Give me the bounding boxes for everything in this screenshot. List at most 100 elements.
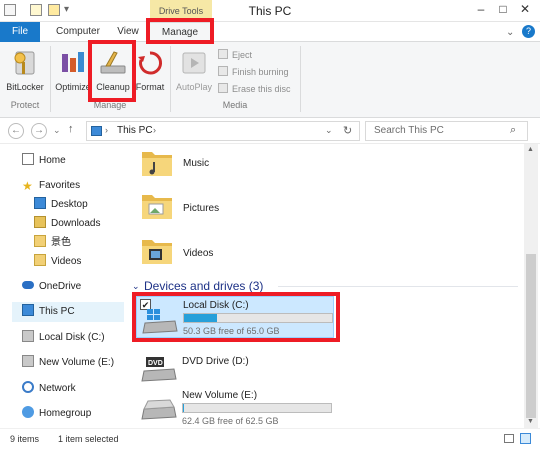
search-input[interactable]: Search This PC ⌕ [365,121,528,141]
section-divider [278,286,518,287]
sidebar-item-label: Home [39,155,66,166]
ribbon-divider [300,46,301,112]
format-button[interactable]: Format [133,48,167,92]
home-icon [22,153,34,165]
folder-name: Pictures [183,203,220,214]
back-button[interactable]: ← [8,123,24,139]
drive-item-c[interactable]: ✔ Local Disk (C:) 50.3 GB free of 65.0 G… [136,296,334,338]
sidebar-item-network[interactable]: Network [22,380,76,398]
large-icons-view-icon[interactable] [520,433,531,444]
help-icon[interactable]: ? [522,25,535,38]
erase-disc-button[interactable]: Erase this disc [218,82,291,96]
autoplay-button[interactable]: AutoPlay [174,48,214,92]
downloads-icon [34,216,46,228]
maximize-button[interactable]: □ [492,0,514,18]
minimize-button[interactable]: – [470,0,492,18]
videos-folder-icon [34,254,46,266]
details-view-icon[interactable] [504,434,514,443]
eject-button[interactable]: Eject [218,48,252,62]
sidebar-item-home[interactable]: Home [22,152,66,170]
sidebar-item-label: 景色 [51,237,71,248]
search-placeholder: Search This PC [374,125,444,136]
optimize-button[interactable]: Optimize [54,48,92,92]
list-item-music[interactable]: Music [140,146,340,184]
sidebar-item-this-pc[interactable]: This PC [12,302,124,322]
tab-computer[interactable]: Computer [50,22,106,42]
address-bar[interactable]: › This PC › ⌄ ↻ [86,121,360,141]
scroll-up-icon[interactable]: ▲ [527,146,534,153]
optimize-label: Optimize [55,82,91,92]
status-bar: 9 items 1 item selected [0,428,540,449]
drive-name: New Volume (E:) [182,390,258,401]
sidebar-item-label: This PC [39,306,75,317]
sidebar-item-label: Homegroup [39,408,92,419]
this-pc-icon [91,126,102,136]
tab-file[interactable]: File [0,22,40,42]
sidebar-item-label: New Volume (E:) [39,357,115,368]
media-group-label: Media [222,100,248,110]
cleanup-button[interactable]: Cleanup [93,48,133,92]
close-button[interactable]: ✕ [514,0,536,18]
tab-manage[interactable]: Manage [149,22,211,43]
autoplay-label: AutoPlay [175,82,213,92]
homegroup-icon [22,406,34,418]
eject-label: Eject [232,50,253,60]
folder-name: Videos [183,248,214,259]
sidebar-item-favorites[interactable]: ★ Favorites [22,177,80,195]
vertical-scrollbar[interactable]: ▲ ▼ [524,144,538,428]
ribbon-tabs: File Computer View Manage ⌄ ? [0,22,540,43]
finish-burning-label: Finish burning [232,67,289,77]
address-dropdown-icon[interactable]: ⌄ [325,125,333,136]
sidebar-item-folder[interactable]: 景色 [34,234,71,252]
drive-free-space: 50.3 GB free of 65.0 GB [183,326,280,336]
forward-button[interactable]: → [31,123,47,139]
sidebar-item-new-volume[interactable]: New Volume (E:) [22,354,114,372]
tab-view[interactable]: View [108,22,148,42]
drive-name: Local Disk (C:) [183,300,249,311]
search-icon[interactable]: ⌕ [510,124,516,137]
star-icon: ★ [22,179,33,193]
dvd-drive-icon [141,357,177,382]
sidebar-item-label: OneDrive [39,281,82,292]
devices-section-header[interactable]: Devices and drives (3) [144,279,263,293]
recent-locations-icon[interactable]: ⌄ [53,125,61,136]
drive-free-space: 62.4 GB free of 62.5 GB [182,416,279,426]
pictures-folder-icon [142,195,172,219]
music-folder-icon [142,152,172,176]
sidebar-item-downloads[interactable]: Downloads [34,215,100,233]
sidebar-item-label: Videos [51,256,82,267]
folder-name: Music [183,158,210,169]
breadcrumb-chevron-icon[interactable]: › [153,125,156,135]
scrollbar-thumb[interactable] [526,254,536,418]
scroll-down-icon[interactable]: ▼ [527,418,534,425]
network-icon [22,381,34,393]
autoplay-icon [179,48,209,78]
finish-burning-icon [218,66,228,76]
sidebar-item-videos[interactable]: Videos [34,253,81,271]
refresh-icon[interactable]: ↻ [343,124,352,137]
ribbon-divider [50,46,51,112]
manage-group-label: Manage [93,100,127,110]
breadcrumb-chevron-icon[interactable]: › [105,125,108,135]
finish-burning-button[interactable]: Finish burning [218,65,289,79]
sidebar-item-label: Network [39,383,76,394]
sidebar-item-label: Favorites [39,180,81,191]
up-button[interactable]: ↑ [68,123,74,135]
list-item-pictures[interactable]: Pictures [140,189,340,227]
list-item-videos[interactable]: Videos [140,234,340,272]
collapse-section-icon[interactable]: ⌄ [132,281,140,292]
optimize-icon [58,48,88,78]
format-label: Format [135,82,165,92]
sidebar-item-homegroup[interactable]: Homegroup [22,405,91,423]
computer-icon [22,304,34,316]
sidebar-item-desktop[interactable]: Desktop [34,196,88,214]
drive-icon [141,399,177,420]
sidebar-item-onedrive[interactable]: OneDrive [22,278,81,296]
bitlocker-button[interactable]: BitLocker [4,48,46,92]
sidebar-item-local-disk[interactable]: Local Disk (C:) [22,329,105,347]
ribbon-expand-icon[interactable]: ⌄ [506,27,514,38]
drive-item-e[interactable]: New Volume (E:) 62.4 GB free of 62.5 GB [136,387,334,429]
cleanup-icon [98,48,128,78]
drive-usage-fill [184,314,218,322]
drive-item-d[interactable]: DVD DVD Drive (D:) [136,349,334,389]
